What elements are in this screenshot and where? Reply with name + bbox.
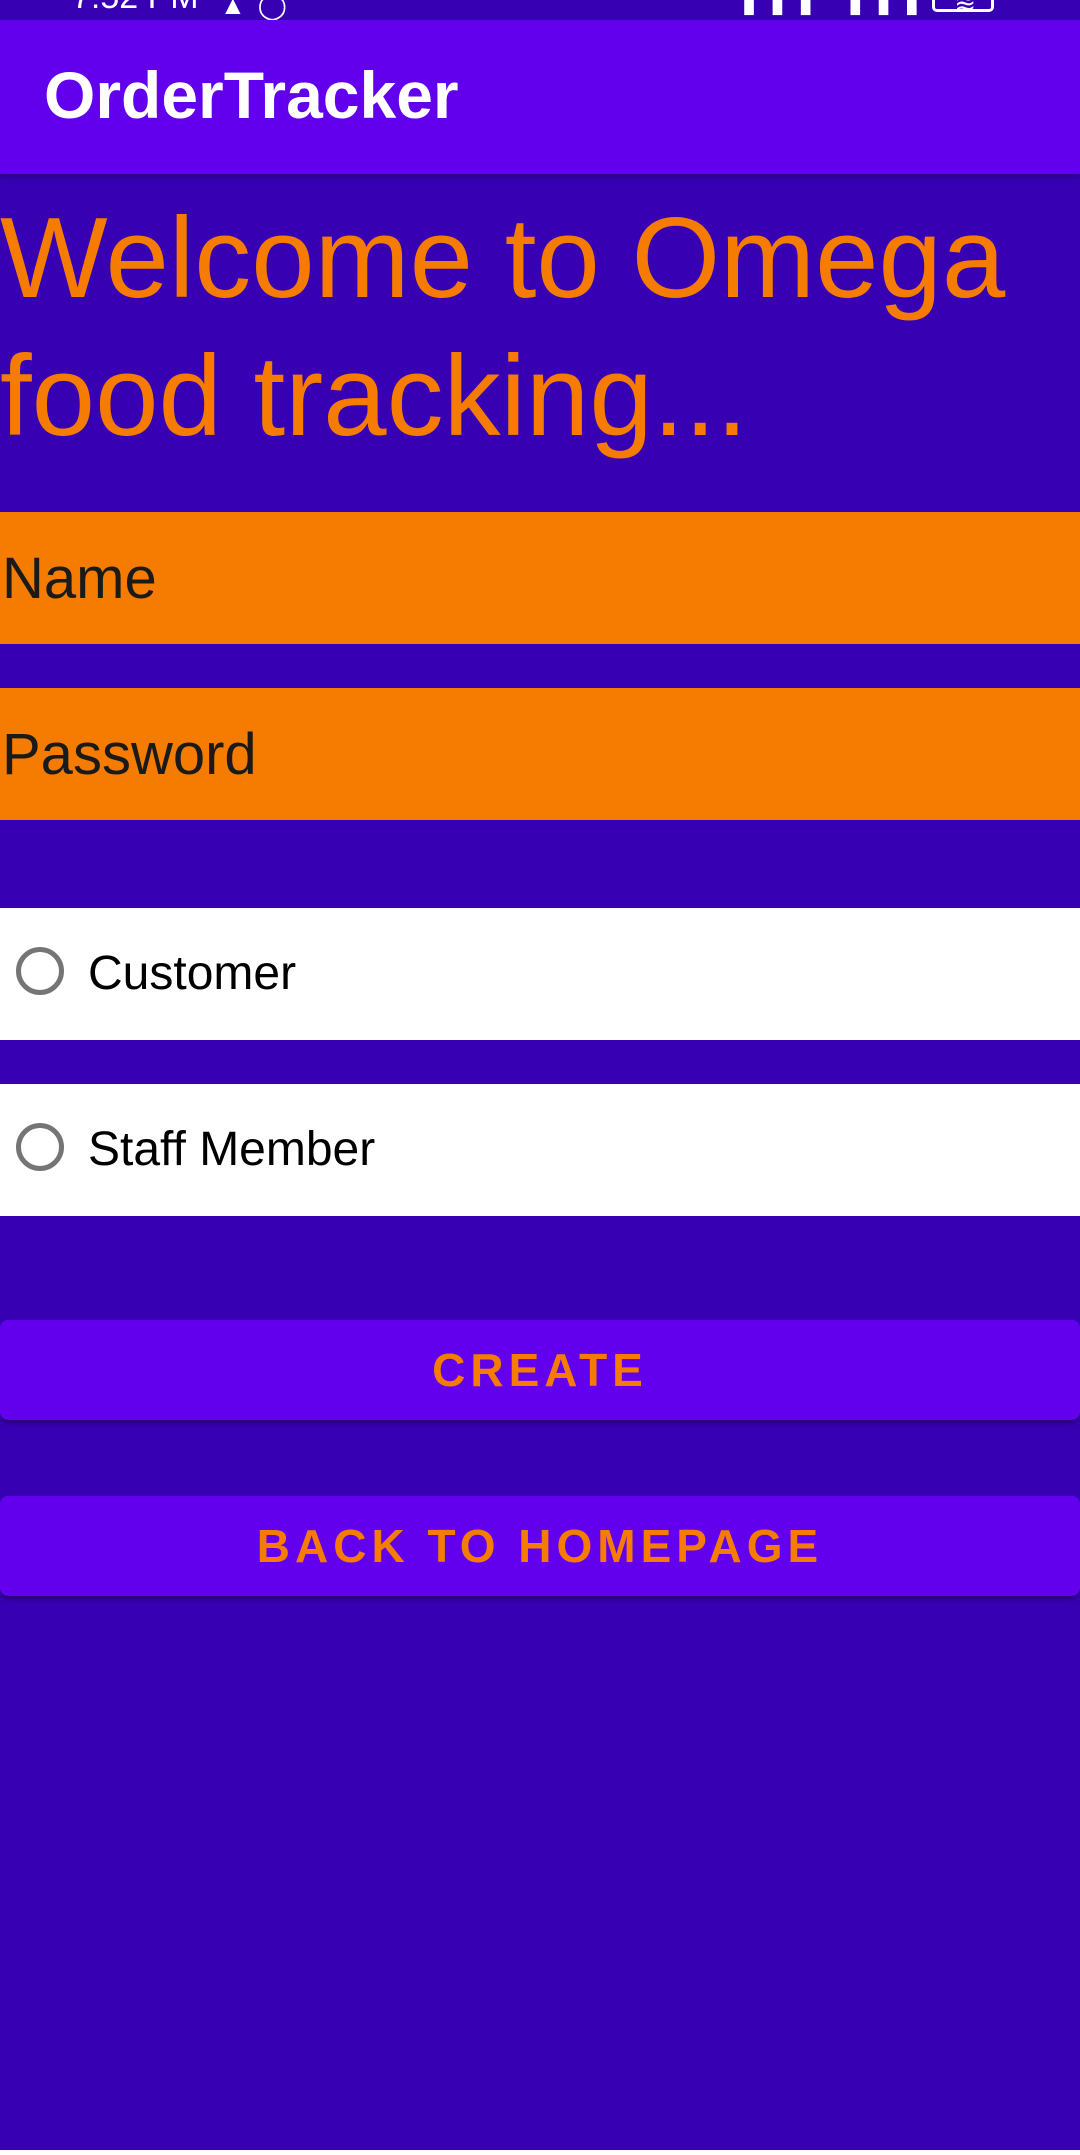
radio-label-customer: Customer	[88, 947, 297, 1000]
radio-customer[interactable]: Customer	[0, 908, 1080, 1040]
app-bar: OrderTracker	[0, 20, 1080, 174]
name-field[interactable]	[0, 512, 1080, 644]
radio-button-icon[interactable]	[16, 947, 64, 995]
back-to-homepage-button[interactable]: BACK TO HOMEPAGE	[0, 1496, 1080, 1596]
navigation-bar	[0, 2150, 1080, 2155]
battery-icon	[932, 0, 994, 12]
create-button[interactable]: CREATE	[0, 1320, 1080, 1420]
radio-staff-member[interactable]: Staff Member	[0, 1084, 1080, 1216]
notification-icon: ▲◯	[220, 0, 299, 20]
status-time: 7:52 PM	[72, 0, 199, 17]
radio-label-staff-member: Staff Member	[88, 1123, 376, 1176]
app-title: OrderTracker	[44, 58, 459, 132]
radio-button-icon[interactable]	[16, 1123, 64, 1171]
welcome-heading: Welcome to Omega food tracking...	[0, 195, 1006, 460]
password-field[interactable]	[0, 688, 1080, 820]
status-bar: 7:52 PM ▲◯ ▮▮▮ ▮▮▮ ≋	[0, 0, 1080, 20]
